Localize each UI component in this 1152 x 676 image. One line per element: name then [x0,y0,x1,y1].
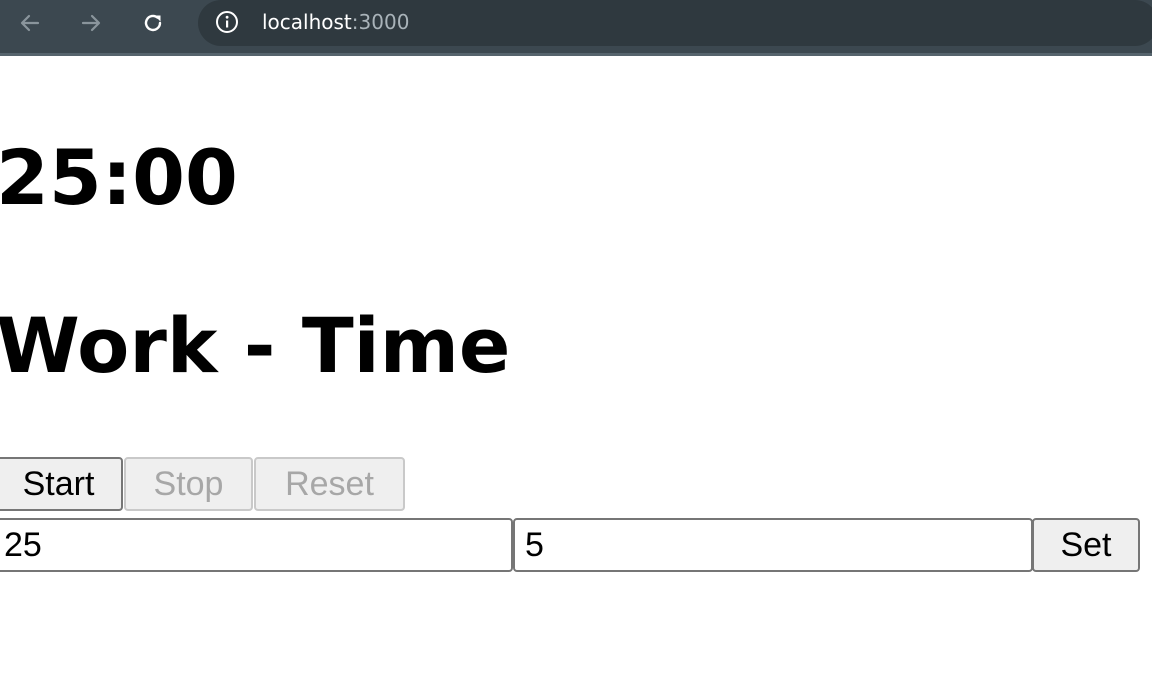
reload-icon[interactable] [137,7,169,39]
browser-toolbar: localhost:3000 [0,0,1152,56]
info-icon[interactable] [214,9,240,35]
stop-button[interactable]: Stop [124,457,253,511]
work-minutes-input[interactable] [0,518,513,572]
start-button[interactable]: Start [0,457,123,511]
set-button[interactable]: Set [1032,518,1140,572]
timer-display: 25:00 [0,133,238,222]
url-port: :3000 [351,10,410,34]
mode-label: Work - Time [0,301,511,390]
back-arrow-icon[interactable] [14,7,46,39]
page-content: 25:00 Work - Time Start Stop Reset Set [0,59,1152,676]
url-host: localhost [262,10,352,34]
url-text[interactable]: localhost:3000 [262,9,409,35]
forward-arrow-icon[interactable] [75,7,107,39]
reset-button[interactable]: Reset [254,457,405,511]
break-minutes-input[interactable] [513,518,1033,572]
